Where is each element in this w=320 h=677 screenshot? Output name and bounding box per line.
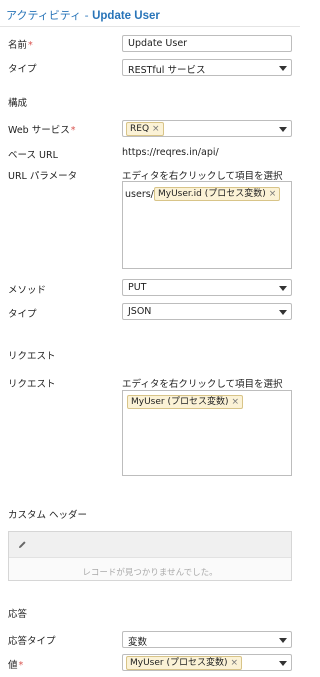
method-label: メソッド [8,285,47,296]
response-value-tag: MyUser (プロセス変数) × [126,656,243,670]
method-select[interactable]: PUT [122,279,292,296]
remove-tag-icon[interactable]: × [269,189,277,199]
content-type-label: タイプ [8,309,37,320]
chevron-down-icon [279,66,287,71]
custom-header-grid: レコードが見つかりませんでした。 [8,531,292,581]
url-param-hint: エディタを右クリックして項目を選択 [122,171,283,182]
response-value-select[interactable]: MyUser (プロセス変数) × [122,654,292,671]
type-select-value: RESTful サービス [128,65,206,76]
chevron-down-icon [279,127,287,132]
name-input[interactable]: Update User [122,35,292,52]
chevron-down-icon [279,638,287,643]
request-hint: エディタを右クリックして項目を選択 [122,379,283,390]
request-section-title: リクエスト [8,351,56,362]
base-url-value: https://reqres.in/api/ [122,147,219,158]
response-type-value: 変数 [128,637,148,648]
custom-header-toolbar [9,532,291,558]
url-param-tag: MyUser.id (プロセス変数) × [154,187,281,201]
chevron-down-icon [279,286,287,291]
type-select[interactable]: RESTful サービス [122,59,292,76]
response-section-title: 応答 [8,609,28,620]
url-param-prefix: users/ [125,189,154,200]
request-tag: MyUser (プロセス変数) × [127,395,244,409]
empty-records-text: レコードが見つかりませんでした。 [82,568,218,578]
panel-title: アクティビティ - Update User [6,7,160,23]
response-type-label: 応答タイプ [8,636,56,647]
chevron-down-icon [279,310,287,315]
method-select-value: PUT [128,282,147,293]
name-input-value: Update User [128,38,188,49]
request-editor[interactable]: MyUser (プロセス変数) × [122,390,292,476]
pencil-icon[interactable] [18,540,27,549]
panel-title-prefix: アクティビティ - [6,9,93,22]
webservice-label: Web サービス* [8,125,76,136]
content-type-select[interactable]: JSON [122,303,292,320]
request-label: リクエスト [8,379,56,390]
webservice-tag: REQ × [126,122,164,136]
remove-tag-icon[interactable]: × [152,124,160,134]
name-label: 名前* [8,40,33,51]
url-param-label: URL パラメータ [8,171,78,182]
response-value-label: 値* [8,660,24,671]
url-param-editor[interactable]: users/ MyUser.id (プロセス変数) × [122,181,292,269]
remove-tag-icon[interactable]: × [231,658,239,668]
panel-header: アクティビティ - Update User [0,0,300,27]
config-section-title: 構成 [8,98,28,109]
custom-header-section-title: カスタム ヘッダー [8,510,88,521]
base-url-label: ベース URL [8,150,58,161]
content-type-select-value: JSON [128,306,152,317]
chevron-down-icon [279,661,287,666]
panel-title-entity: Update User [92,10,160,22]
remove-tag-icon[interactable]: × [232,397,240,407]
webservice-select[interactable]: REQ × [122,120,292,137]
type-label: タイプ [8,64,37,75]
response-type-select[interactable]: 変数 [122,631,292,648]
